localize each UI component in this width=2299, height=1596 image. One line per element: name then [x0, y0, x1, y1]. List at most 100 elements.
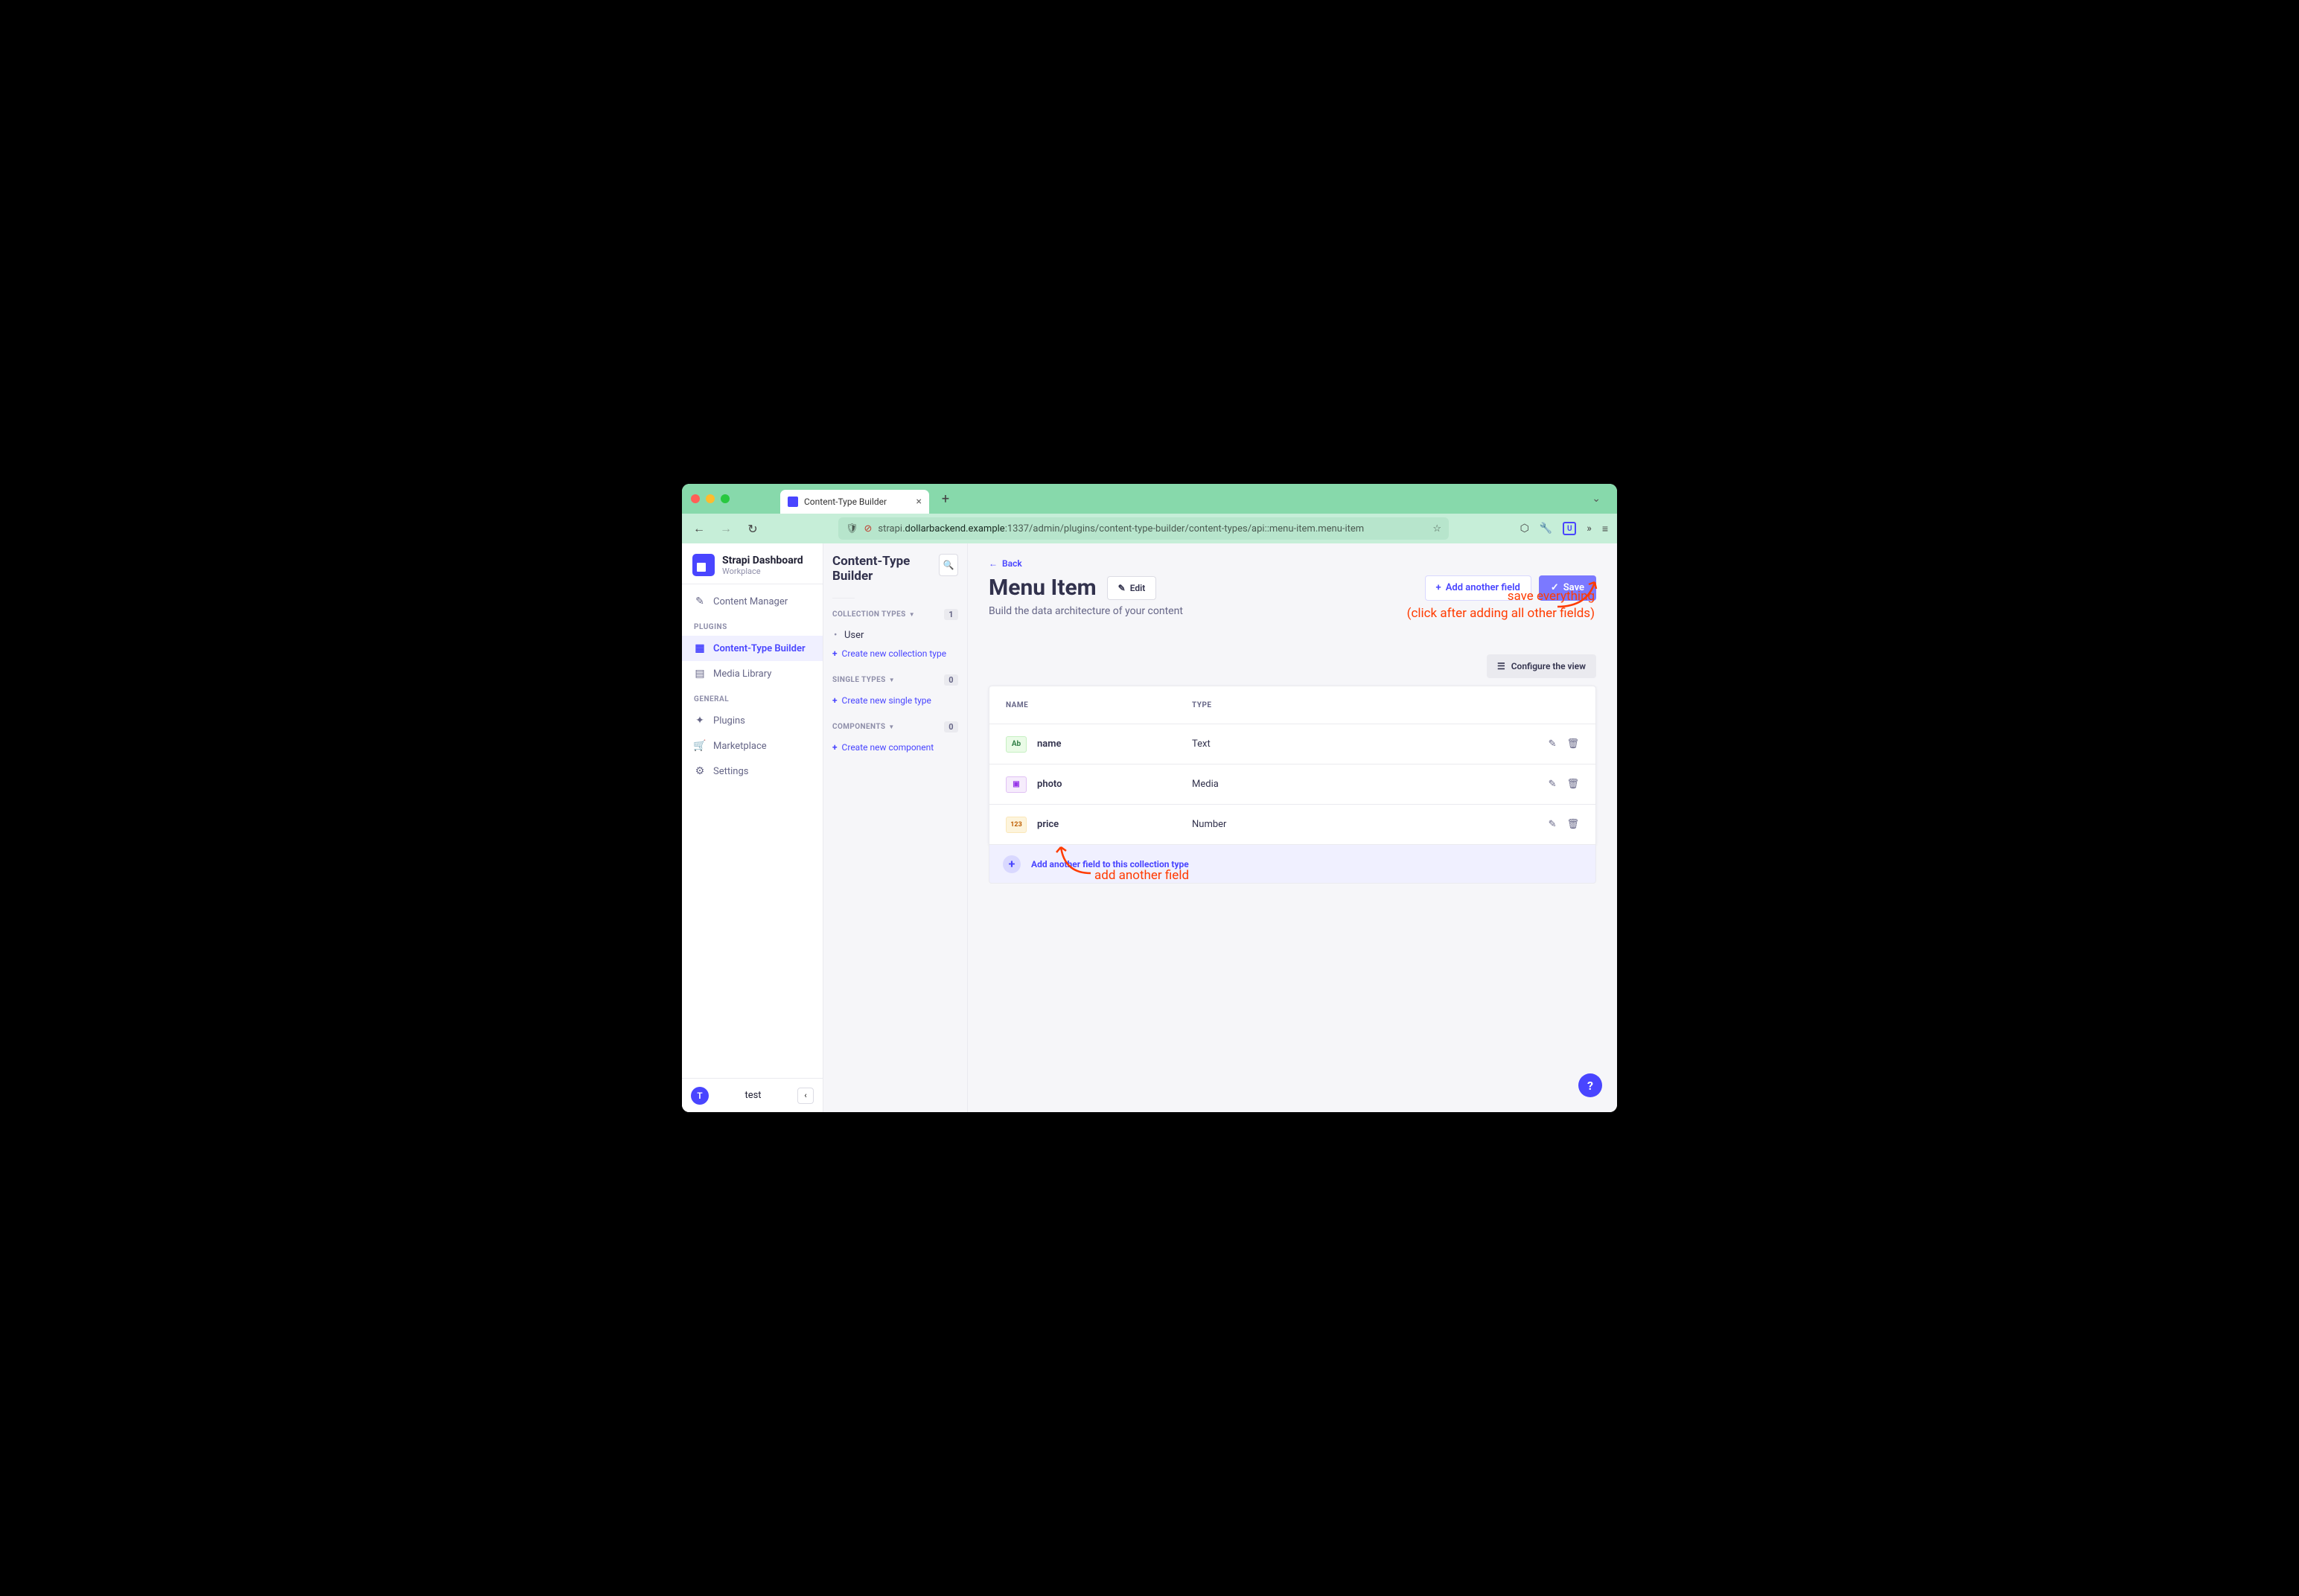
sliders-icon: ☰: [1497, 661, 1505, 671]
plus-icon: +: [832, 695, 838, 706]
sidebar-footer: T test ‹: [682, 1078, 823, 1112]
address-bar[interactable]: 🛡 ⊘ strapi.dollarbackend.example:1337/ad…: [838, 517, 1449, 540]
back-link[interactable]: ←Back: [989, 558, 1596, 569]
group-header[interactable]: COMPONENTS▼ 0: [832, 721, 958, 732]
plus-icon: +: [1436, 582, 1441, 593]
th-type: TYPE: [1192, 701, 1527, 709]
layout-icon: ▦: [694, 642, 706, 654]
brand-block[interactable]: Strapi Dashboard Workplace: [682, 543, 823, 584]
add-field-label: Add another field to this collection typ…: [1031, 859, 1189, 869]
pocket-icon[interactable]: ⬡: [1520, 523, 1529, 534]
help-fab[interactable]: ?: [1578, 1073, 1602, 1097]
sidebar-item-media-library[interactable]: ▤ Media Library: [682, 661, 823, 686]
collection-item-user[interactable]: User: [832, 626, 958, 645]
sidebar-section-plugins: PLUGINS: [682, 614, 823, 636]
reload-button[interactable]: ↻: [744, 522, 761, 536]
edit-field-icon[interactable]: ✎: [1549, 779, 1557, 790]
add-field-row[interactable]: + Add another field to this collection t…: [989, 845, 1596, 884]
sidebar-item-label: Content Manager: [713, 596, 788, 607]
tab-favicon-icon: [788, 497, 798, 507]
minimize-window-icon[interactable]: [706, 494, 715, 503]
group-count-badge: 1: [944, 609, 958, 620]
sidebar-item-marketplace[interactable]: 🛒 Marketplace: [682, 733, 823, 759]
sidebar-item-label: Settings: [713, 766, 748, 777]
puzzle-icon: ✦: [694, 715, 706, 727]
plus-icon: +: [832, 742, 838, 753]
maximize-window-icon[interactable]: [721, 494, 730, 503]
sidebar-item-content-type-builder[interactable]: ▦ Content-Type Builder: [682, 636, 823, 661]
brand-subtitle: Workplace: [722, 566, 803, 576]
field-name: photo: [1037, 779, 1062, 790]
sidebar-item-plugins[interactable]: ✦ Plugins: [682, 708, 823, 733]
create-single-type-button[interactable]: +Create new single type: [832, 692, 958, 709]
sidebar-item-label: Marketplace: [713, 741, 767, 752]
page-subtitle: Build the data architecture of your cont…: [989, 605, 1596, 617]
create-collection-type-button[interactable]: +Create new collection type: [832, 645, 958, 663]
check-icon: ✓: [1551, 582, 1559, 593]
group-components: COMPONENTS▼ 0 +Create new component: [832, 721, 958, 756]
fields-table: NAME TYPE AbnameText✎🗑▣photoMedia✎🗑123pr…: [989, 686, 1596, 845]
caret-down-icon: ▼: [889, 677, 895, 683]
field-type: Number: [1192, 819, 1527, 830]
tab-title: Content-Type Builder: [804, 497, 887, 507]
question-icon: ?: [1587, 1079, 1593, 1093]
strapi-logo-icon: [692, 554, 715, 576]
close-tab-icon[interactable]: ×: [916, 496, 922, 508]
save-button[interactable]: ✓Save: [1539, 575, 1596, 601]
gear-icon: ⚙: [694, 765, 706, 777]
extension-icon[interactable]: U: [1563, 522, 1576, 535]
delete-field-icon[interactable]: 🗑: [1566, 819, 1579, 830]
nav-back-button[interactable]: ←: [691, 521, 707, 536]
group-header[interactable]: SINGLE TYPES▼ 0: [832, 674, 958, 686]
cart-icon: 🛒: [694, 740, 706, 752]
table-row: 123priceNumber✎🗑: [989, 804, 1595, 844]
url-text: strapi.dollarbackend.example:1337/admin/…: [878, 523, 1364, 534]
collapse-sidebar-button[interactable]: ‹: [797, 1088, 814, 1104]
sidebar-item-label: Content-Type Builder: [713, 643, 806, 654]
hamburger-menu-icon[interactable]: ≡: [1602, 523, 1608, 535]
pencil-icon: ✎: [694, 596, 706, 607]
group-single-types: SINGLE TYPES▼ 0 +Create new single type: [832, 674, 958, 709]
sidebar-item-content-manager[interactable]: ✎ Content Manager: [682, 589, 823, 614]
nav-forward-button[interactable]: →: [718, 521, 734, 536]
devtools-icon[interactable]: 🔧: [1540, 523, 1552, 534]
plus-icon: +: [832, 648, 838, 659]
image-icon: ▤: [694, 668, 706, 680]
brand-title: Strapi Dashboard: [722, 555, 803, 566]
field-type-badge: Ab: [1006, 736, 1027, 753]
arrow-left-icon: ←: [989, 558, 998, 569]
main-content: ←Back Menu Item ✎Edit +Add another field…: [968, 543, 1617, 1112]
overflow-icon[interactable]: »: [1587, 523, 1592, 534]
edit-field-icon[interactable]: ✎: [1549, 819, 1557, 830]
sidebar-item-settings[interactable]: ⚙ Settings: [682, 759, 823, 784]
delete-field-icon[interactable]: 🗑: [1566, 738, 1579, 750]
bookmark-star-icon[interactable]: ☆: [1432, 523, 1441, 534]
caret-down-icon: ▼: [888, 724, 894, 730]
new-tab-button[interactable]: +: [935, 488, 956, 509]
group-count-badge: 0: [944, 721, 958, 732]
app-body: Strapi Dashboard Workplace ✎ Content Man…: [682, 543, 1617, 1112]
field-name: name: [1037, 738, 1062, 750]
edit-button[interactable]: ✎Edit: [1107, 576, 1157, 600]
group-header[interactable]: COLLECTION TYPES▼ 1: [832, 609, 958, 620]
shield-icon: 🛡: [846, 523, 858, 534]
edit-field-icon[interactable]: ✎: [1549, 738, 1557, 750]
plus-circle-icon: +: [1003, 855, 1021, 873]
close-window-icon[interactable]: [691, 494, 700, 503]
search-button[interactable]: 🔍: [939, 554, 958, 576]
lock-broken-icon: ⊘: [864, 523, 873, 534]
delete-field-icon[interactable]: 🗑: [1566, 779, 1579, 790]
page-title: Menu Item: [989, 575, 1097, 601]
add-another-field-button[interactable]: +Add another field: [1425, 575, 1531, 601]
table-header: NAME TYPE: [989, 686, 1595, 724]
table-row: AbnameText✎🗑: [989, 724, 1595, 764]
configure-view-button[interactable]: ☰Configure the view: [1487, 654, 1596, 678]
sub-sidebar: Content-Type Builder 🔍 COLLECTION TYPES▼…: [823, 543, 968, 1112]
browser-tab[interactable]: Content-Type Builder ×: [780, 490, 929, 514]
user-avatar[interactable]: T: [691, 1087, 709, 1105]
field-type: Media: [1192, 779, 1527, 790]
search-icon: 🔍: [943, 560, 954, 570]
tabs-overflow-icon[interactable]: ⌄: [1584, 493, 1608, 505]
caret-down-icon: ▼: [909, 611, 915, 618]
create-component-button[interactable]: +Create new component: [832, 738, 958, 756]
